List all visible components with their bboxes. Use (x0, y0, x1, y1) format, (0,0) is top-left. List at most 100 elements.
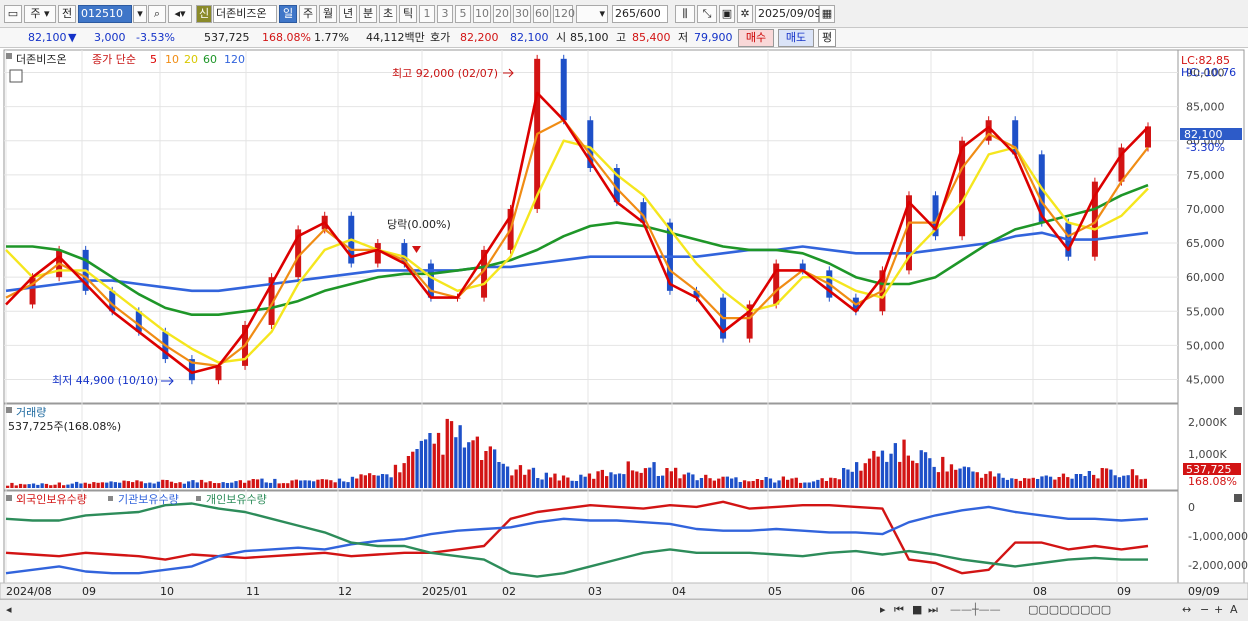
minus-icon[interactable]: − (1200, 603, 1209, 616)
rewind-icon[interactable]: ⏮ (894, 603, 904, 617)
volume-bar (936, 472, 941, 488)
gear-icon[interactable]: ✲ (737, 5, 753, 23)
candle-settings-icon[interactable]: ⫼ (675, 5, 695, 23)
volume-bar (182, 483, 186, 488)
volume-bar (18, 483, 23, 488)
sin-badge[interactable]: 신 (196, 5, 212, 23)
scroll-left-icon[interactable]: ◂ (6, 603, 12, 616)
save-icon[interactable]: ▣ (719, 5, 735, 23)
volume-bar (971, 471, 975, 488)
search-icon[interactable]: ⌕ (148, 5, 166, 23)
volume-bar (1070, 478, 1074, 488)
sell-button[interactable]: 매도 (778, 29, 814, 47)
volume-bar (14, 485, 18, 488)
legend-foreign: 외국인보유수량 (16, 493, 87, 506)
period-minute-button[interactable]: 분 (359, 5, 377, 23)
high-label: 고 (616, 31, 627, 44)
calendar-icon[interactable]: ▦ (819, 5, 835, 23)
volume-bar (1109, 469, 1113, 488)
volume-bar (1061, 473, 1066, 488)
window-menu-icon[interactable]: ▭ (4, 5, 22, 23)
volume-bar (329, 480, 333, 488)
tool-icons[interactable]: ▢▢▢▢▢▢▢▢ (1028, 603, 1111, 616)
volume-bar (557, 480, 561, 488)
minute-5-button[interactable]: 5 (455, 5, 471, 23)
volume-bar (872, 450, 876, 488)
period-year-button[interactable]: 년 (339, 5, 357, 23)
volume-bar (238, 480, 242, 488)
volume-bar (307, 480, 311, 488)
volume-bar (204, 482, 208, 488)
minute-30-button[interactable]: 30 (513, 5, 531, 23)
legend-ma5: 5 (150, 53, 157, 66)
period-second-button[interactable]: 초 (379, 5, 397, 23)
volume-bar (587, 473, 592, 488)
volume-bar (126, 481, 130, 488)
stock-code-input[interactable]: 012510 (78, 5, 132, 23)
volume-bar (876, 456, 880, 488)
volume-bar (760, 480, 764, 488)
volume-bar (195, 482, 199, 488)
volume-bar (777, 480, 781, 488)
volume-bar (721, 476, 725, 488)
volume-bar (75, 481, 79, 488)
minute-10-button[interactable]: 10 (473, 5, 491, 23)
volume-bar (829, 477, 833, 488)
volume-bar (902, 439, 906, 488)
volume-bar (652, 462, 656, 488)
period-tick-button[interactable]: 틱 (399, 5, 417, 23)
plus-icon[interactable]: + (1214, 603, 1223, 616)
jeon-button[interactable]: 전 (58, 5, 76, 23)
buy-button[interactable]: 매수 (738, 29, 774, 47)
x-tick-label: 04 (672, 585, 686, 598)
stop-icon[interactable]: ■ (912, 603, 922, 616)
volume-bar (561, 475, 566, 488)
low-label: 저 (678, 31, 689, 44)
x-tick-label: 02 (502, 585, 516, 598)
minute-3-button[interactable]: 3 (437, 5, 453, 23)
data-count-field[interactable]: 265/600 (612, 5, 668, 23)
minute-120-button[interactable]: 120 (553, 5, 575, 23)
volume-bar (53, 484, 57, 488)
volume-bar (592, 478, 596, 488)
volume-bar (57, 482, 61, 488)
period-week-button[interactable]: 주 (299, 5, 317, 23)
zoom-slider[interactable]: ——┼—— (950, 603, 1001, 616)
volume-bar (566, 477, 570, 488)
volume-bar (1100, 468, 1104, 488)
volume-bar (462, 447, 467, 488)
period-month-button[interactable]: 월 (319, 5, 337, 23)
volume-bar (389, 477, 393, 488)
market-select[interactable]: 주 ▾ (24, 5, 56, 23)
stock-chart[interactable]: 90,00085,00080,00075,00070,00065,00060,0… (0, 48, 1248, 599)
volume-close-icon[interactable] (1234, 407, 1242, 415)
scroll-right-icon[interactable]: ▸ (880, 603, 886, 616)
holdings-close-icon[interactable] (1234, 494, 1242, 502)
minute-60-button[interactable]: 60 (533, 5, 551, 23)
minute-20-button[interactable]: 20 (493, 5, 511, 23)
volume-bar (1087, 471, 1091, 488)
date-field[interactable]: 2025/09/09 (755, 5, 821, 23)
volume-bar (626, 461, 630, 488)
interval-select[interactable]: ▾ (576, 5, 608, 23)
volume-bar (342, 481, 346, 488)
volume-bar (497, 462, 501, 488)
shrink-icon[interactable]: ↔ (1182, 603, 1191, 616)
volume-bar (674, 467, 678, 488)
font-size-icon[interactable]: A (1230, 603, 1238, 616)
draw-tool-icon[interactable]: ⤡ (697, 5, 717, 23)
speaker-icon[interactable]: ◂▾ (168, 5, 192, 23)
fast-forward-icon[interactable]: ⏭ (928, 603, 938, 617)
volume-bar (747, 481, 751, 488)
hoga-ask: 82,200 (460, 31, 499, 44)
period-day-button[interactable]: 일 (279, 5, 297, 23)
pyeong-button[interactable]: 평 (818, 29, 836, 47)
minute-1-button[interactable]: 1 (419, 5, 435, 23)
volume-bar (514, 469, 518, 488)
volume-bar (979, 477, 984, 488)
code-dropdown-icon[interactable]: ▾ (133, 5, 147, 23)
volume-axis-1000k: 1,000K (1188, 448, 1227, 461)
horizontal-scrollbar[interactable]: ◂ ▸ ⏮ ■ ⏭ ——┼—— ▢▢▢▢▢▢▢▢ ↔ − + A (0, 599, 1248, 621)
stock-name-field[interactable]: 더존비즈온 (213, 5, 277, 23)
table-toggle-icon[interactable] (9, 69, 23, 83)
